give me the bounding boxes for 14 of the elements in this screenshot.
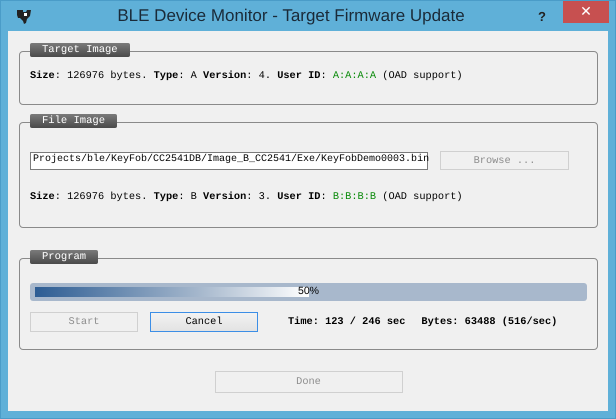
close-button[interactable]: ✕ [563, 1, 609, 23]
cancel-button[interactable]: Cancel [150, 312, 258, 332]
image-info-text: Size: 126976 bytes. Type: A Version: 4. User ID: A:A:A:A (OAD support) [30, 70, 464, 82]
window-title: BLE Device Monitor - Target Firmware Update [116, 6, 466, 26]
time-text: Time: 123 / 246 sec [288, 316, 406, 328]
progress-label: 50% [296, 285, 320, 297]
group-title: Program [30, 250, 98, 264]
image-info-text: Size: 126976 bytes. Type: B Version: 3. User ID: B:B:B:B (OAD support) [30, 191, 464, 203]
group-title: Target Image [30, 43, 130, 57]
file-path-field[interactable]: Projects/ble/KeyFob/CC2541DB/Image_B_CC2541/Exe/KeyFobDemo0003.bin [30, 152, 428, 170]
group-title: File Image [30, 114, 118, 128]
help-button[interactable]: ? [529, 8, 555, 24]
logo-icon [15, 7, 33, 25]
bytes-text: Bytes: 63488 (516/sec) [421, 316, 558, 328]
